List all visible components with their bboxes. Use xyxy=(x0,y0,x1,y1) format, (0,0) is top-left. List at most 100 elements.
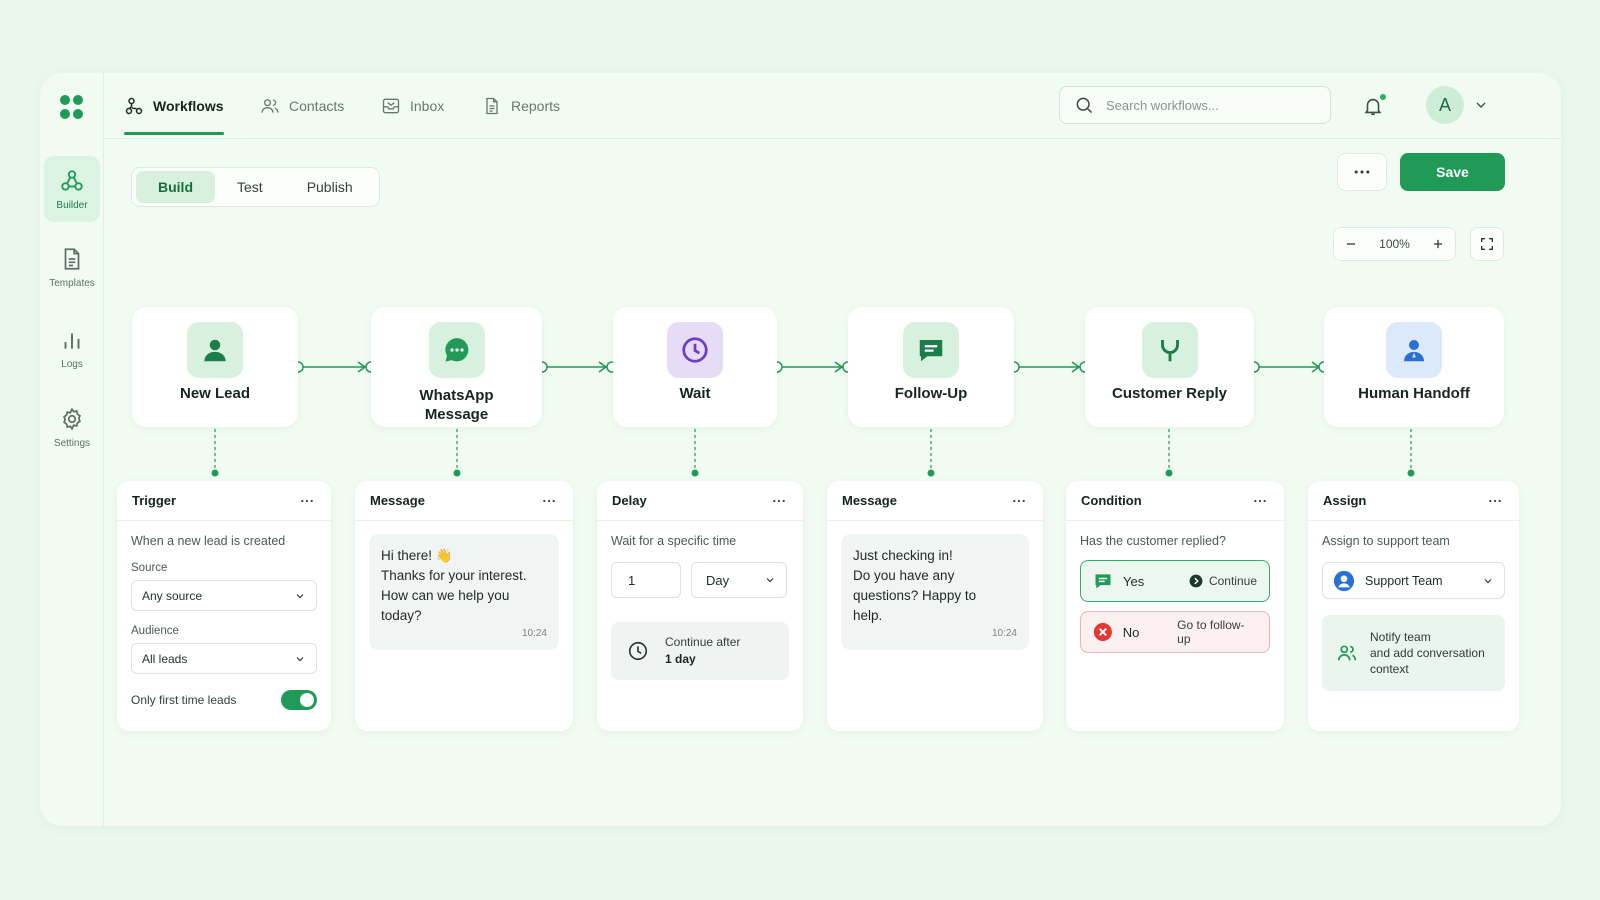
left-rail: Builder Templates Logs Settings xyxy=(40,73,104,826)
tab-label: Contacts xyxy=(289,98,345,114)
node-whatsapp-message[interactable]: WhatsApp Message xyxy=(371,307,542,427)
message-line: help. xyxy=(853,608,883,623)
builder-icon xyxy=(61,169,83,191)
tab-label: Inbox xyxy=(410,98,445,114)
node-follow-up[interactable]: Follow-Up xyxy=(848,307,1014,427)
chat-icon xyxy=(903,322,959,378)
team-value: Support Team xyxy=(1365,573,1443,588)
card-title: Delay xyxy=(612,493,647,508)
yes-action: Continue xyxy=(1208,574,1257,588)
source-label: Source xyxy=(131,562,168,574)
zoom-control: 100% xyxy=(1333,227,1456,261)
message-line: today? xyxy=(381,608,422,623)
mode-test-button[interactable]: Test xyxy=(215,171,285,203)
whatsapp-icon xyxy=(428,322,485,378)
card-menu-button[interactable] xyxy=(770,492,788,510)
card-menu-button[interactable] xyxy=(1010,492,1028,510)
condition-no-option[interactable]: No Go to follow-up xyxy=(1080,611,1270,653)
node-label: Human Handoff xyxy=(1358,385,1470,402)
tab-workflows[interactable]: Workflows xyxy=(124,73,224,139)
tab-inbox[interactable]: Inbox xyxy=(381,73,444,139)
message-line: questions? Happy to xyxy=(853,588,977,603)
message-bubble[interactable]: Just checking in! Do you have any questi… xyxy=(841,534,1029,650)
chevron-down-icon xyxy=(296,656,304,661)
audience-value: All leads xyxy=(142,651,188,666)
chevron-down-icon xyxy=(296,593,304,598)
assign-card: Assign Assign to support team Support Te… xyxy=(1308,481,1519,731)
node-customer-reply[interactable]: Customer Reply xyxy=(1085,307,1254,427)
message-card: Message Hi there! 👋 Thanks for your inte… xyxy=(355,481,573,731)
chat-icon xyxy=(1095,574,1111,589)
follow-up-message-card: Message Just checking in! Do you have an… xyxy=(827,481,1043,731)
more-options-button[interactable] xyxy=(1337,153,1387,191)
delay-amount-input[interactable]: 1 xyxy=(611,562,681,598)
delay-summary-line1: Continue after xyxy=(665,635,741,649)
node-label: WhatsApp Message xyxy=(419,387,494,423)
tab-reports[interactable]: Reports xyxy=(482,73,560,139)
condition-yes-option[interactable]: Yes Continue xyxy=(1080,560,1270,602)
message-bubble[interactable]: Hi there! 👋 Thanks for your interest. Ho… xyxy=(369,534,559,650)
notify-line: Notify team xyxy=(1370,630,1431,644)
zoom-in-button[interactable] xyxy=(1427,233,1449,255)
avatar[interactable]: A xyxy=(1426,86,1464,124)
rail-item-settings[interactable]: Settings xyxy=(44,394,100,460)
condition-question: Has the customer replied? xyxy=(1080,534,1226,548)
first-time-toggle[interactable] xyxy=(281,690,317,710)
first-time-toggle-label: Only first time leads xyxy=(131,693,237,707)
node-new-lead[interactable]: New Lead xyxy=(132,307,298,427)
rail-item-builder[interactable]: Builder xyxy=(44,156,100,222)
save-button[interactable]: Save xyxy=(1400,153,1505,191)
arrow-circle-icon xyxy=(1189,574,1203,588)
team-select[interactable]: Support Team xyxy=(1322,562,1505,599)
search-icon xyxy=(1076,97,1093,114)
rail-item-label: Settings xyxy=(53,437,91,449)
notify-line: context xyxy=(1370,662,1409,676)
audience-label: Audience xyxy=(131,625,179,637)
card-menu-button[interactable] xyxy=(1486,492,1504,510)
source-value: Any source xyxy=(142,588,203,603)
no-label: No xyxy=(1122,624,1140,640)
mode-publish-button[interactable]: Publish xyxy=(285,171,375,203)
app-logo-icon[interactable] xyxy=(60,95,84,119)
tab-label: Reports xyxy=(511,98,561,114)
message-line: Thanks for your interest. xyxy=(381,568,527,583)
mode-build-button[interactable]: Build xyxy=(136,171,215,203)
card-title: Condition xyxy=(1081,493,1142,508)
person-icon xyxy=(187,322,243,378)
expand-icon xyxy=(1481,238,1493,250)
logs-icon xyxy=(64,333,80,349)
no-action: Go to follow-up xyxy=(1177,618,1245,646)
workflow-icon xyxy=(125,97,143,115)
card-menu-button[interactable] xyxy=(540,492,558,510)
card-title: Message xyxy=(370,493,425,508)
source-select[interactable]: Any source xyxy=(131,580,317,611)
minus-icon xyxy=(1346,243,1356,245)
more-horizontal-icon xyxy=(1013,499,1025,502)
mode-switcher: Build Test Publish xyxy=(131,167,380,207)
assign-description: Assign to support team xyxy=(1322,534,1450,548)
audience-select[interactable]: All leads xyxy=(131,643,317,674)
message-time: 10:24 xyxy=(991,628,1017,639)
message-time: 10:24 xyxy=(521,628,547,639)
card-menu-button[interactable] xyxy=(1251,492,1269,510)
rail-item-logs[interactable]: Logs xyxy=(44,315,100,381)
zoom-out-button[interactable] xyxy=(1340,233,1362,255)
inbox-icon xyxy=(382,98,400,114)
node-human-handoff[interactable]: Human Handoff xyxy=(1324,307,1504,427)
message-line: Just checking in! xyxy=(853,548,953,563)
search-box[interactable] xyxy=(1059,86,1331,124)
rail-item-templates[interactable]: Templates xyxy=(44,234,100,300)
tab-contacts[interactable]: Contacts xyxy=(260,73,344,139)
more-horizontal-icon xyxy=(1354,170,1370,174)
delay-unit-select[interactable]: Day xyxy=(691,562,787,598)
reports-icon xyxy=(486,97,498,115)
card-menu-button[interactable] xyxy=(298,492,316,510)
more-horizontal-icon xyxy=(1254,499,1266,502)
search-input[interactable] xyxy=(1106,97,1306,113)
message-line: Do you have any xyxy=(853,568,955,583)
fullscreen-button[interactable] xyxy=(1470,227,1504,261)
node-wait[interactable]: Wait xyxy=(613,307,777,427)
condition-card: Condition Has the customer replied? Yes … xyxy=(1066,481,1284,731)
chevron-down-icon[interactable] xyxy=(1473,97,1489,113)
rail-item-label: Templates xyxy=(49,277,95,289)
